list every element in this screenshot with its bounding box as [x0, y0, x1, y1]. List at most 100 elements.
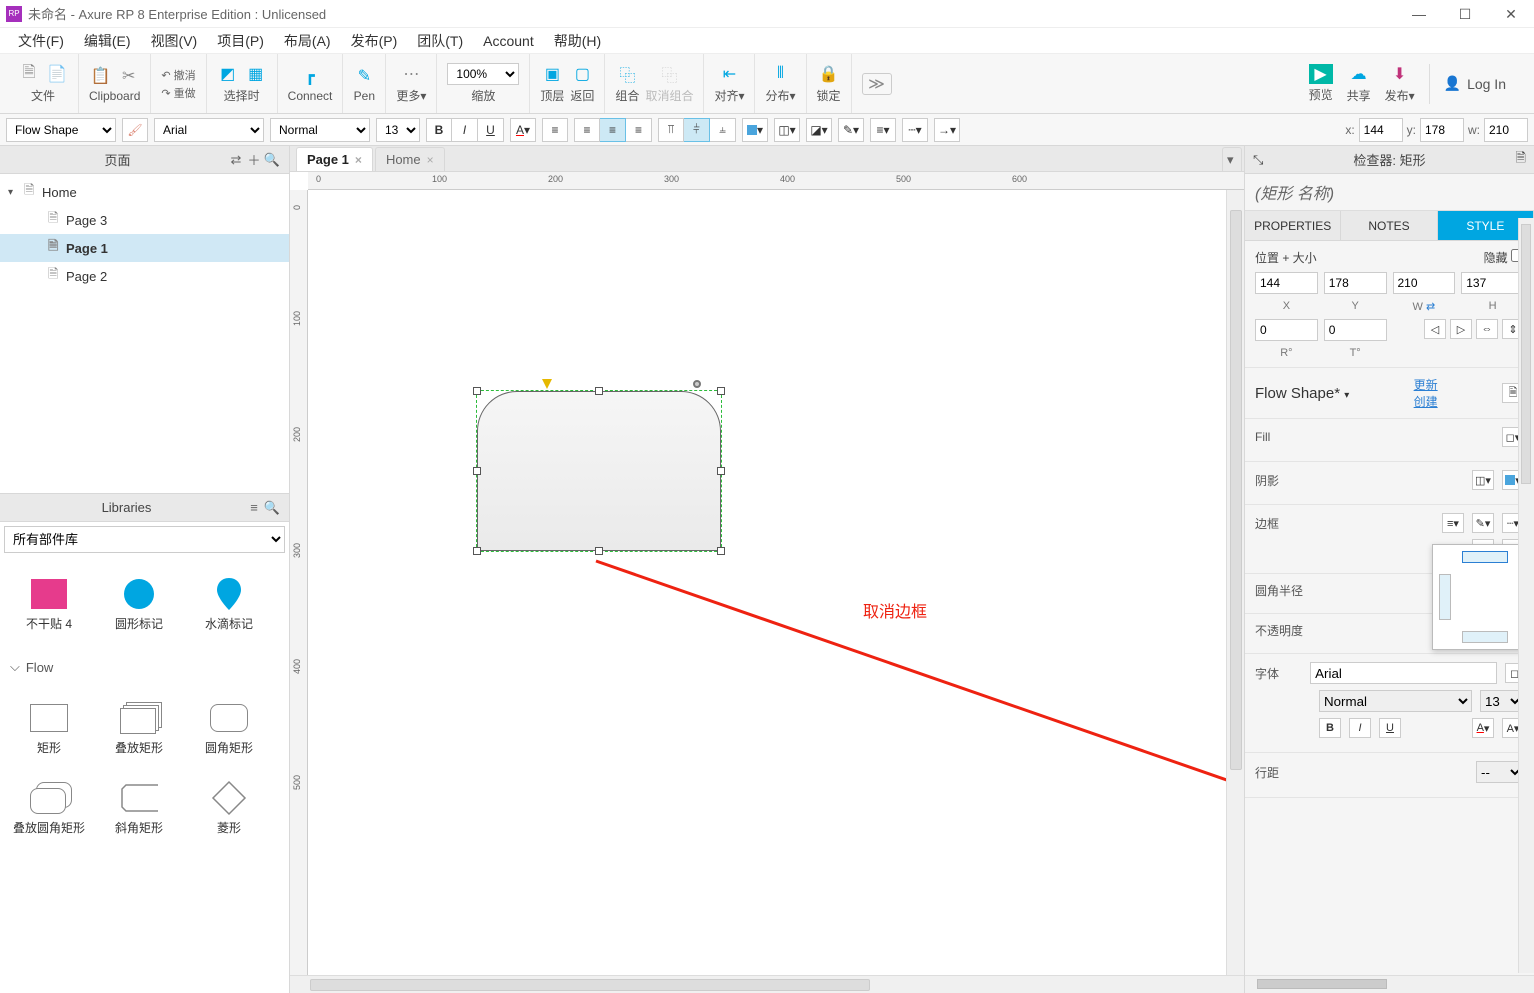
canvas[interactable]: 取消边框 [308, 190, 1244, 975]
tabs-dropdown[interactable]: ▾ [1222, 147, 1242, 171]
zoom-select[interactable]: 100% [447, 63, 519, 85]
page-tree-item[interactable]: 🗎Page 3 [0, 206, 289, 234]
outer-shadow-button[interactable]: ◫▾ [774, 118, 800, 142]
selected-shape[interactable] [476, 390, 722, 552]
update-style-link[interactable]: 更新 [1414, 376, 1438, 393]
widget-pin[interactable]: 水滴标记 [184, 565, 274, 645]
front-icon[interactable]: ▣ [541, 63, 563, 85]
canvas-scrollbar-v[interactable] [1226, 190, 1244, 975]
tab-notes[interactable]: NOTES [1341, 211, 1437, 240]
menu-team[interactable]: 团队(T) [407, 31, 473, 51]
underline-button[interactable]: U [478, 118, 504, 142]
undo-button[interactable]: ↶ 撤消 [161, 67, 195, 83]
tb-label-more[interactable]: 更多▾ [396, 87, 426, 104]
menu-edit[interactable]: 编辑(E) [74, 31, 141, 51]
pages-search-icon[interactable]: 🔍 [263, 151, 281, 169]
widget-bevel[interactable]: 斜角矩形 [94, 769, 184, 849]
applied-style-name[interactable]: Flow Shape* [1255, 385, 1340, 402]
collapse-icon[interactable]: ⤡ [1253, 152, 1263, 168]
menu-help[interactable]: 帮助(H) [544, 31, 611, 51]
preview-icon[interactable]: ▶ [1309, 64, 1333, 84]
cut-icon[interactable]: 📋 [90, 65, 112, 87]
resize-handle[interactable] [473, 467, 481, 475]
distribute-icon[interactable]: ⫴ [770, 63, 792, 85]
y-input[interactable] [1420, 118, 1464, 142]
new-file-icon[interactable]: 🗎 [18, 63, 40, 85]
tb-label-publish[interactable]: 发布▾ [1385, 87, 1415, 104]
valign-bottom-button[interactable]: ⫨ [710, 118, 736, 142]
fill-color-button[interactable]: ▾ [742, 118, 768, 142]
resize-handle[interactable] [717, 387, 725, 395]
font-family-input[interactable] [1310, 662, 1497, 684]
page-tree-item[interactable]: 🗎Page 2 [0, 262, 289, 290]
w-input[interactable] [1484, 118, 1528, 142]
close-icon[interactable]: × [355, 153, 362, 167]
font-weight-select[interactable]: Normal [1319, 690, 1472, 712]
page-tree-item[interactable]: 🗎Page 1 [0, 234, 289, 262]
copy-icon[interactable]: ✂ [118, 65, 140, 87]
linespacing-select[interactable]: -- [1476, 761, 1524, 783]
italic-btn[interactable]: I [1349, 718, 1371, 738]
open-file-icon[interactable]: 📄 [46, 63, 68, 85]
widget-sticky[interactable]: 不干贴 4 [4, 565, 94, 645]
doc-icon[interactable]: 🗎 [1516, 149, 1526, 171]
menu-project[interactable]: 项目(P) [207, 31, 274, 51]
menu-arrange[interactable]: 布局(A) [274, 31, 341, 51]
border-left-toggle[interactable] [1439, 574, 1451, 620]
underline-btn[interactable]: U [1379, 718, 1401, 738]
border-width-picker[interactable]: ≡▾ [1442, 513, 1464, 533]
widget-circle[interactable]: 圆形标记 [94, 565, 184, 645]
widget-stack[interactable]: 叠放矩形 [94, 689, 184, 769]
bold-button[interactable]: B [426, 118, 452, 142]
style-apply-icon[interactable]: 🖌 [122, 118, 148, 142]
flow-section-header[interactable]: ⌵Flow [0, 653, 289, 681]
flip-v-icon[interactable]: ▷ [1450, 319, 1472, 339]
page-tree-item[interactable]: ▾🗎Home [0, 178, 289, 206]
border-bottom-toggle[interactable] [1462, 631, 1508, 643]
align-left-button[interactable]: ≡ [574, 118, 600, 142]
menu-view[interactable]: 视图(V) [141, 31, 208, 51]
x-input[interactable] [1359, 118, 1403, 142]
resize-handle[interactable] [595, 387, 603, 395]
text-color-button[interactable]: A▾ [510, 118, 536, 142]
select-mode-icon[interactable]: ▦ [245, 63, 267, 85]
maximize-button[interactable]: ☐ [1442, 0, 1488, 28]
widget-rect[interactable]: 矩形 [4, 689, 94, 769]
connect-icon[interactable]: ┏ [299, 65, 321, 87]
style-select[interactable]: Flow Shape [6, 118, 116, 142]
minimize-button[interactable]: — [1396, 0, 1442, 28]
lib-search-icon[interactable]: 🔍 [263, 499, 281, 517]
align-center-button[interactable]: ≡ [600, 118, 626, 142]
widget-rrstack[interactable]: 叠放圆角矩形 [4, 769, 94, 849]
arrow-style-button[interactable]: →▾ [934, 118, 960, 142]
share-icon[interactable]: ☁ [1348, 63, 1370, 85]
more-icon[interactable]: ⋯ [400, 63, 422, 85]
size-select[interactable]: 13 [376, 118, 420, 142]
tb-label-distribute[interactable]: 分布▾ [765, 87, 795, 104]
pages-add-icon[interactable]: ＋ [245, 151, 263, 169]
lock-icon[interactable]: 🔒 [818, 63, 840, 85]
valign-middle-button[interactable]: ⫩ [684, 118, 710, 142]
triangle-marker-icon[interactable] [542, 379, 552, 389]
widget-rrect[interactable]: 圆角矩形 [184, 689, 274, 769]
bullet-button[interactable]: ≡ [542, 118, 568, 142]
resize-handle[interactable] [717, 547, 725, 555]
resize-handle[interactable] [473, 387, 481, 395]
line-style-button[interactable]: ┄▾ [902, 118, 928, 142]
menu-account[interactable]: Account [473, 33, 544, 49]
group-icon[interactable]: ⿻ [616, 63, 638, 85]
pages-move-icon[interactable]: ⇄ [227, 151, 245, 169]
pos-h-input[interactable] [1461, 272, 1524, 294]
overflow-icon[interactable]: ≫ [862, 73, 892, 95]
line-width-button[interactable]: ≡▾ [870, 118, 896, 142]
bold-btn[interactable]: B [1319, 718, 1341, 738]
library-select[interactable]: 所有部件库 [4, 526, 285, 553]
canvas-scrollbar-h[interactable] [290, 975, 1244, 993]
text-color-btn[interactable]: A▾ [1472, 718, 1494, 738]
tb-label-align[interactable]: 对齐▾ [714, 87, 744, 104]
lib-menu-icon[interactable]: ≡ [245, 499, 263, 517]
resize-handle[interactable] [717, 467, 725, 475]
pos-r-input[interactable] [1255, 319, 1318, 341]
pos-x-input[interactable] [1255, 272, 1318, 294]
valign-top-button[interactable]: ⫪ [658, 118, 684, 142]
